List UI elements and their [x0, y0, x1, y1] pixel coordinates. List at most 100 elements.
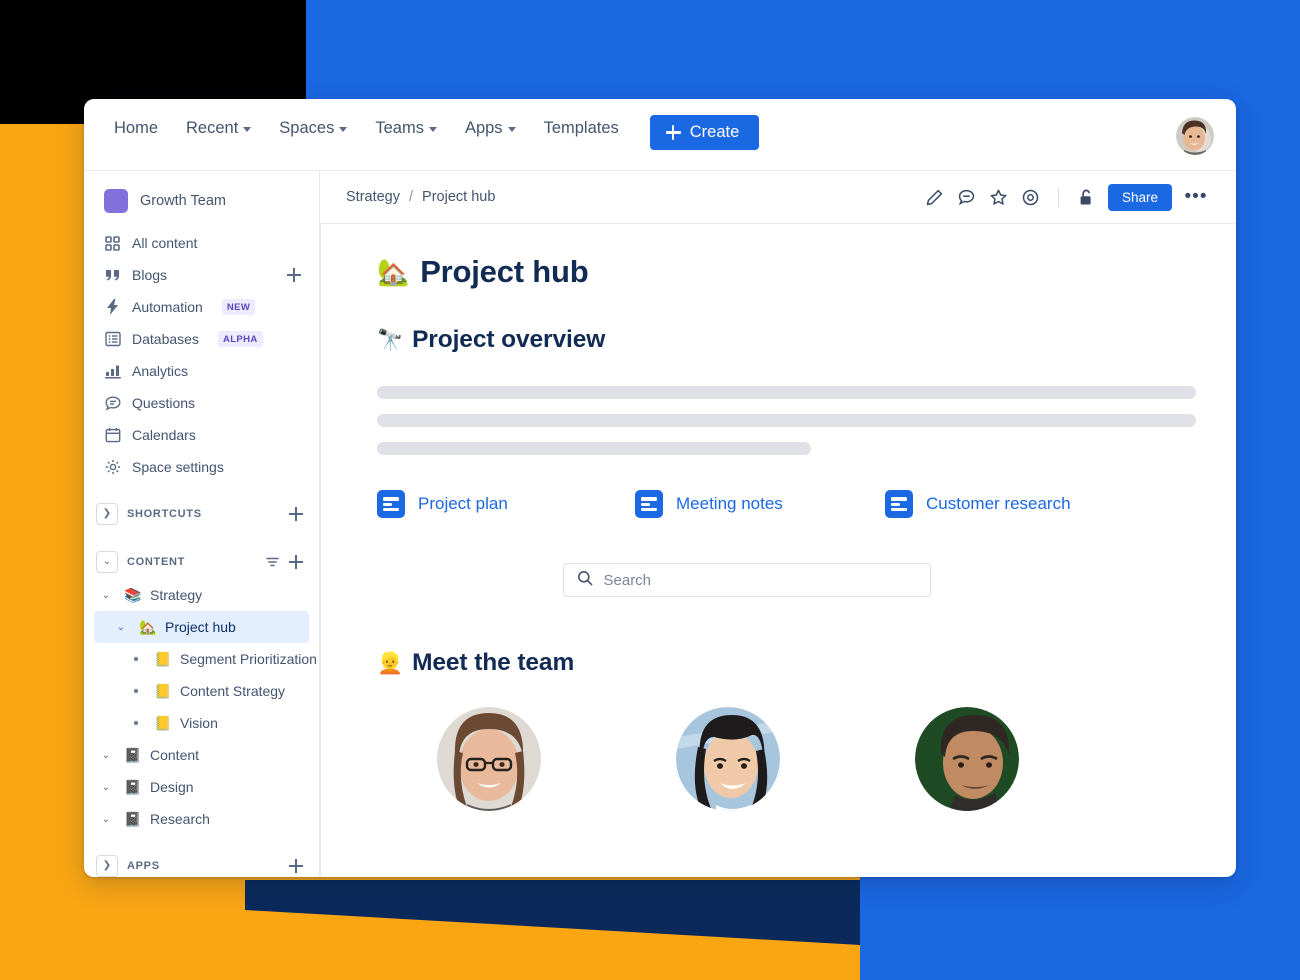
chevron-down-icon[interactable]: ⌄	[96, 590, 116, 601]
section-tools	[289, 507, 303, 521]
nav-label: Recent	[186, 118, 239, 137]
search-icon	[577, 570, 593, 591]
tree-item-design[interactable]: ⌄ 📓 Design	[94, 771, 309, 803]
chevron-down-icon	[339, 126, 348, 132]
create-button[interactable]: Create	[649, 115, 760, 150]
person-emoji-icon: 👱	[377, 651, 404, 675]
sidebar-item-databases[interactable]: Databases ALPHA	[94, 323, 309, 355]
link-project-plan[interactable]: Project plan	[377, 490, 635, 518]
sidebar-item-space-settings[interactable]: Space settings	[94, 451, 309, 483]
sidebar-nav: All content Blogs Automation NEW Databas…	[84, 227, 319, 877]
sidebar-item-automation[interactable]: Automation NEW	[94, 291, 309, 323]
add-shortcut-button[interactable]	[289, 507, 303, 521]
sidebar-item-calendars[interactable]: Calendars	[94, 419, 309, 451]
tree-item-content[interactable]: ⌄ 📓 Content	[94, 739, 309, 771]
bullet-icon	[126, 689, 146, 693]
chevron-down-icon[interactable]: ⌄	[96, 814, 116, 825]
filter-icon[interactable]	[266, 556, 279, 569]
team-member-avatar-1[interactable]	[437, 707, 541, 811]
quick-links: Project plan Meeting notes Customer rese…	[377, 490, 1196, 518]
tree-item-content-strategy[interactable]: 📒 Content Strategy	[94, 675, 309, 707]
page-emoji-icon: 📓	[124, 811, 142, 827]
nav-item-spaces[interactable]: Spaces	[265, 113, 361, 144]
tree-item-vision[interactable]: 📒 Vision	[94, 707, 309, 739]
tree-item-label: Design	[150, 779, 194, 795]
breadcrumb-current[interactable]: Project hub	[422, 189, 495, 205]
window-body: Growth Team All content Blogs Automation…	[84, 171, 1236, 877]
link-label: Meeting notes	[676, 494, 783, 513]
sidebar-item-blogs[interactable]: Blogs	[94, 259, 309, 291]
sidebar-section-shortcuts[interactable]: ❯ SHORTCUTS	[94, 497, 309, 531]
sidebar-item-questions[interactable]: Questions	[94, 387, 309, 419]
section-title: SHORTCUTS	[127, 508, 202, 520]
quote-icon	[104, 267, 121, 284]
chevron-down-icon[interactable]: ⌄	[111, 622, 131, 633]
avatar[interactable]	[1176, 117, 1214, 155]
document-icon	[885, 490, 913, 518]
section-heading-text: Meet the team	[412, 649, 575, 676]
chevron-down-icon[interactable]: ⌄	[96, 782, 116, 793]
space-header[interactable]: Growth Team	[84, 183, 319, 227]
sidebar-item-label: Questions	[132, 395, 196, 411]
app-window: Home Recent Spaces Teams Apps Templates	[84, 99, 1236, 877]
tree-item-label: Strategy	[150, 587, 203, 603]
add-content-button[interactable]	[289, 555, 303, 569]
watch-icon[interactable]	[1017, 183, 1045, 211]
comment-icon[interactable]	[953, 183, 981, 211]
tree-item-strategy[interactable]: ⌄ 📚 Strategy	[94, 579, 309, 611]
link-meeting-notes[interactable]: Meeting notes	[635, 490, 885, 518]
bolt-icon	[104, 299, 121, 316]
chevron-right-icon[interactable]: ❯	[96, 503, 118, 525]
house-emoji-icon: 🏡	[377, 257, 410, 287]
chevron-down-icon[interactable]: ⌄	[96, 551, 118, 573]
content-tree: ⌄ 📚 Strategy ⌄ 🏡 Project hub 📒 Segment P…	[94, 579, 317, 835]
sidebar-item-label: Blogs	[132, 267, 168, 283]
search-box[interactable]	[562, 563, 931, 597]
sidebar: Growth Team All content Blogs Automation…	[84, 171, 320, 877]
tree-item-project-hub[interactable]: ⌄ 🏡 Project hub	[94, 611, 309, 643]
page-emoji-icon: 📚	[124, 587, 142, 603]
nav-item-templates[interactable]: Templates	[530, 113, 633, 144]
page-emoji-icon: 📒	[154, 651, 172, 667]
content-area: Strategy / Project hub Share ••• 🏡 Proje…	[320, 171, 1236, 877]
tree-item-segment-prioritization[interactable]: 📒 Segment Prioritization	[94, 643, 317, 675]
sidebar-item-all-content[interactable]: All content	[94, 227, 309, 259]
search-input[interactable]	[603, 571, 917, 589]
add-app-button[interactable]	[289, 859, 303, 873]
share-button[interactable]: Share	[1107, 183, 1172, 211]
page-emoji-icon: 📒	[154, 683, 172, 699]
star-icon[interactable]	[985, 183, 1013, 211]
edit-icon[interactable]	[921, 183, 949, 211]
team-member-avatar-3[interactable]	[915, 707, 1019, 811]
chevron-right-icon[interactable]: ❯	[96, 855, 118, 877]
plus-icon	[665, 125, 681, 140]
sidebar-section-content[interactable]: ⌄ CONTENT	[94, 545, 309, 579]
divider	[1057, 187, 1059, 207]
nav-label: Teams	[375, 118, 424, 137]
nav-item-home[interactable]: Home	[114, 113, 172, 144]
tree-item-label: Project hub	[165, 619, 236, 635]
placeholder-line	[377, 442, 812, 455]
gear-icon	[104, 459, 121, 476]
sidebar-item-label: Automation	[132, 299, 203, 315]
add-blog-button[interactable]	[287, 268, 301, 282]
sidebar-section-apps[interactable]: ❯ APPS	[94, 849, 309, 877]
chevron-down-icon[interactable]: ⌄	[96, 750, 116, 761]
tree-item-research[interactable]: ⌄ 📓 Research	[94, 803, 309, 835]
tree-item-label: Research	[150, 811, 210, 827]
team-member-avatar-2[interactable]	[676, 707, 780, 811]
status-badge: ALPHA	[217, 331, 263, 347]
sidebar-item-analytics[interactable]: Analytics	[94, 355, 309, 387]
link-customer-research[interactable]: Customer research	[885, 490, 1071, 518]
top-nav-items: Home Recent Spaces Teams Apps Templates	[114, 99, 760, 150]
top-navigation-bar: Home Recent Spaces Teams Apps Templates	[84, 99, 1236, 171]
section-tools	[289, 859, 303, 873]
breadcrumb-parent[interactable]: Strategy	[346, 189, 400, 205]
unlock-icon[interactable]	[1072, 183, 1100, 211]
more-options-button[interactable]: •••	[1182, 183, 1210, 211]
nav-item-apps[interactable]: Apps	[451, 113, 530, 144]
section-heading-team: 👱 Meet the team	[377, 649, 1196, 677]
nav-item-recent[interactable]: Recent	[172, 113, 265, 144]
nav-item-teams[interactable]: Teams	[361, 113, 451, 144]
page-title: 🏡 Project hub	[377, 254, 1196, 290]
